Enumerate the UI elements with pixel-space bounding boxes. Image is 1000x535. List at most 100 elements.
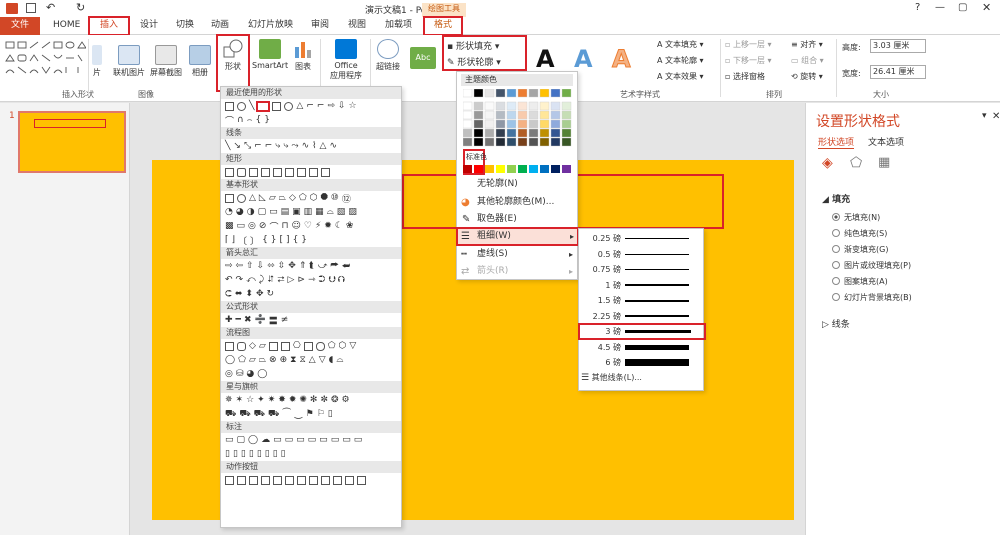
standard-color-swatch[interactable] xyxy=(496,165,505,173)
dashes-item[interactable]: ┅ 虚线(S) ▸ xyxy=(457,246,577,263)
help-icon[interactable]: ? xyxy=(915,2,920,13)
tab-text-options[interactable]: 文本选项 xyxy=(868,135,904,148)
tab-format[interactable]: 格式 xyxy=(423,16,463,36)
maximize-icon[interactable]: ▢ xyxy=(958,2,967,13)
theme-color-swatch[interactable] xyxy=(561,137,572,147)
theme-color-swatch[interactable] xyxy=(528,137,539,147)
rotate-button[interactable]: ⟲ 旋转 ▾ xyxy=(791,71,823,82)
theme-color-swatch[interactable] xyxy=(506,128,517,138)
theme-color-swatch[interactable] xyxy=(517,119,528,129)
theme-color-swatch[interactable] xyxy=(473,101,484,111)
theme-color-swatch[interactable] xyxy=(484,119,495,129)
tab-shape-options[interactable]: 形状选项 xyxy=(818,135,855,149)
shape-star-icon[interactable]: ☆ xyxy=(349,101,357,111)
theme-color-swatch[interactable] xyxy=(517,101,528,111)
weight-option[interactable]: 1 磅 xyxy=(579,278,703,293)
theme-color-grid[interactable] xyxy=(462,88,573,153)
tab-view[interactable]: 视图 xyxy=(340,17,374,35)
theme-color-swatch[interactable] xyxy=(561,128,572,138)
theme-color-swatch[interactable] xyxy=(506,101,517,111)
theme-color-swatch[interactable] xyxy=(495,88,506,98)
align-button[interactable]: ≡ 对齐 ▾ xyxy=(791,39,823,50)
minimize-icon[interactable]: — xyxy=(935,2,945,13)
insert-shapes-gallery[interactable] xyxy=(4,39,87,79)
fill-option-solid[interactable]: 纯色填充(S) xyxy=(832,228,887,239)
hyperlink-button[interactable]: 超链接 xyxy=(374,39,402,72)
theme-color-swatch[interactable] xyxy=(495,128,506,138)
theme-color-swatch[interactable] xyxy=(550,88,561,98)
theme-color-swatch[interactable] xyxy=(561,88,572,98)
theme-color-swatch[interactable] xyxy=(484,110,495,120)
no-outline-item[interactable]: 无轮廓(N) xyxy=(457,176,577,193)
theme-color-swatch[interactable] xyxy=(484,101,495,111)
weight-option[interactable]: 3 磅 xyxy=(578,323,706,340)
more-lines-item[interactable]: ☰ 其他线条(L)... xyxy=(581,372,642,383)
shape-oval-icon[interactable] xyxy=(237,101,246,111)
theme-color-swatch[interactable] xyxy=(495,119,506,129)
tab-animations[interactable]: 动画 xyxy=(203,17,237,35)
theme-color-swatch[interactable] xyxy=(462,119,473,129)
theme-color-swatch[interactable] xyxy=(473,128,484,138)
theme-color-swatch[interactable] xyxy=(528,101,539,111)
theme-color-swatch[interactable] xyxy=(462,128,473,138)
standard-color-swatch[interactable] xyxy=(474,165,483,173)
theme-color-swatch[interactable] xyxy=(517,88,528,98)
tab-home[interactable]: HOME xyxy=(45,17,88,35)
shape-arrow-down-icon[interactable]: ⇩ xyxy=(338,101,346,111)
office-apps-button[interactable]: Office 应用程序 xyxy=(326,39,366,81)
chart-button[interactable]: 图表 xyxy=(290,39,316,72)
theme-color-swatch[interactable] xyxy=(550,110,561,120)
theme-color-swatch[interactable] xyxy=(517,110,528,120)
weight-option[interactable]: 4.5 磅 xyxy=(579,340,703,355)
theme-color-swatch[interactable] xyxy=(462,137,473,147)
standard-color-swatch[interactable] xyxy=(540,165,549,173)
shape-fill-button[interactable]: ▪ 形状填充 ▾ xyxy=(447,39,499,52)
theme-color-swatch[interactable] xyxy=(528,110,539,120)
theme-color-swatch[interactable] xyxy=(539,119,550,129)
tab-addins[interactable]: 加载项 xyxy=(377,17,420,35)
theme-color-swatch[interactable] xyxy=(473,137,484,147)
standard-color-swatch[interactable] xyxy=(507,165,516,173)
wordart-black[interactable]: A xyxy=(536,45,555,73)
theme-color-swatch[interactable] xyxy=(550,119,561,129)
online-pictures-button[interactable]: 联机图片 xyxy=(110,45,148,78)
theme-color-swatch[interactable] xyxy=(550,101,561,111)
weight-option[interactable]: 0.75 磅 xyxy=(579,262,703,277)
size-properties-icon[interactable]: ▦ xyxy=(878,155,890,170)
redo-icon[interactable]: ↻ xyxy=(76,1,85,14)
shape-textbox-icon[interactable] xyxy=(225,101,234,111)
theme-color-swatch[interactable] xyxy=(506,88,517,98)
close-icon[interactable]: ✕ xyxy=(982,1,991,14)
theme-color-swatch[interactable] xyxy=(528,119,539,129)
fill-option-background[interactable]: 幻灯片背景填充(B) xyxy=(832,292,912,303)
theme-color-swatch[interactable] xyxy=(484,137,495,147)
fill-section-header[interactable]: ◢ 填充 xyxy=(822,192,850,205)
theme-color-swatch[interactable] xyxy=(506,137,517,147)
tab-transitions[interactable]: 切换 xyxy=(168,17,202,35)
theme-color-swatch[interactable] xyxy=(473,88,484,98)
pane-close-icon[interactable]: ✕ xyxy=(992,111,1000,122)
eyedropper-item[interactable]: ✎ 取色器(E) xyxy=(457,211,577,228)
width-input[interactable]: 26.41 厘米 xyxy=(870,65,926,79)
standard-color-swatch[interactable] xyxy=(562,165,571,173)
weight-option[interactable]: 0.25 磅 xyxy=(579,231,703,246)
theme-color-swatch[interactable] xyxy=(495,110,506,120)
fill-line-icon[interactable]: ◈ xyxy=(822,155,833,171)
shape-elbow2-icon[interactable]: ⌐ xyxy=(317,101,325,111)
theme-color-swatch[interactable] xyxy=(539,110,550,120)
standard-colors-row[interactable] xyxy=(463,165,571,173)
text-outline-button[interactable]: A 文本轮廓 ▾ xyxy=(657,55,704,66)
fill-option-none[interactable]: 无填充(N) xyxy=(832,212,880,223)
shape-arrow-right-icon[interactable]: ⇨ xyxy=(327,101,335,111)
theme-color-swatch[interactable] xyxy=(495,137,506,147)
picture-button[interactable]: 片 xyxy=(90,45,104,78)
theme-color-swatch[interactable] xyxy=(506,119,517,129)
save-icon[interactable] xyxy=(26,3,36,13)
theme-color-swatch[interactable] xyxy=(528,128,539,138)
weight-item[interactable]: ☰ 粗细(W) ▸ xyxy=(456,227,579,246)
shape-outline-button[interactable]: ✎ 形状轮廓 ▾ xyxy=(447,55,501,68)
weight-option[interactable]: 2.25 磅 xyxy=(579,309,703,324)
text-effect-button[interactable]: A 文本效果 ▾ xyxy=(657,71,704,82)
theme-color-swatch[interactable] xyxy=(528,88,539,98)
shape-line-icon[interactable]: ╲ xyxy=(249,101,254,111)
